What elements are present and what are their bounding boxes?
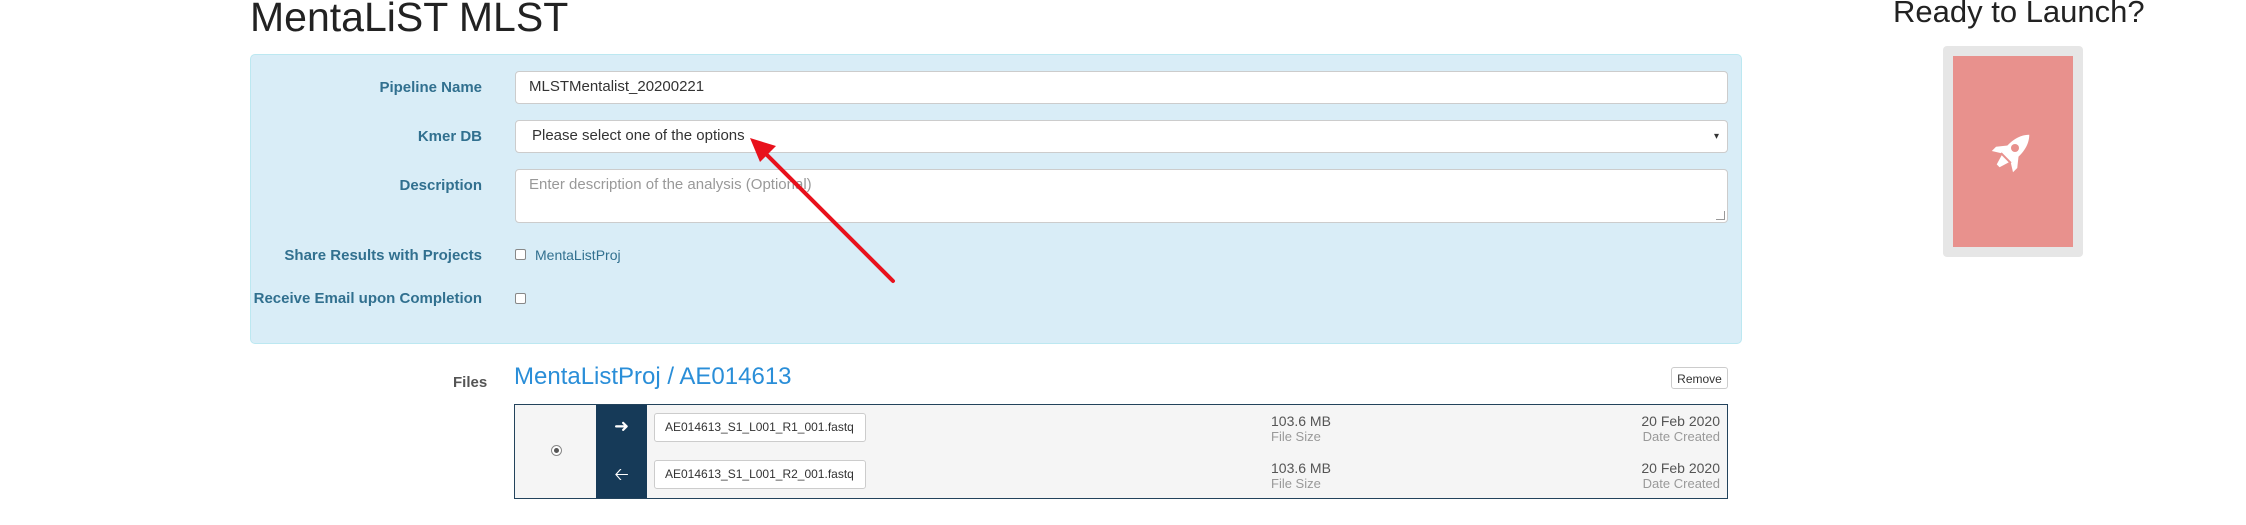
direction-column: ➜ 🡠	[596, 405, 647, 498]
pipeline-form-panel: Pipeline Name MLSTMentalist_20200221 Kme…	[250, 54, 1742, 344]
pipeline-name-value: MLSTMentalist_20200221	[529, 78, 705, 95]
kmer-db-select[interactable]: Please select one of the options ▾	[515, 120, 1728, 153]
kmer-db-selected-value: Please select one of the options	[532, 127, 745, 144]
share-project-name[interactable]: MentaListProj	[535, 247, 621, 263]
pipeline-name-label: Pipeline Name	[379, 79, 482, 96]
file-pair-panel: ➜ 🡠 AE014613_S1_L001_R1_001.fastq 103.6 …	[514, 404, 1728, 499]
kmer-db-label: Kmer DB	[417, 128, 482, 145]
page-title: MentaLiST MLST	[250, 0, 569, 40]
files-sample-link[interactable]: MentaListProj / AE014613	[514, 363, 792, 391]
file-name-button[interactable]: AE014613_S1_L001_R2_001.fastq	[654, 460, 866, 489]
arrow-right-icon: ➜	[613, 416, 630, 436]
description-placeholder: Enter description of the analysis (Optio…	[529, 176, 812, 193]
share-results-label: Share Results with Projects	[284, 247, 482, 264]
file-size-label: File Size	[1271, 429, 1321, 444]
resize-grip-icon[interactable]	[1716, 211, 1725, 220]
file-date: 20 Feb 2020	[1641, 413, 1720, 429]
file-size: 103.6 MB	[1271, 460, 1331, 476]
description-label: Description	[399, 177, 482, 194]
launch-frame	[1943, 46, 2083, 257]
share-project-checkbox[interactable]	[515, 249, 526, 260]
file-date-label: Date Created	[1642, 476, 1720, 491]
chevron-down-icon: ▾	[1713, 131, 1719, 142]
file-date-label: Date Created	[1642, 429, 1720, 444]
file-pair-radio[interactable]	[551, 445, 562, 456]
email-completion-checkbox[interactable]	[515, 293, 526, 304]
remove-button[interactable]: Remove	[1671, 367, 1728, 389]
launch-title: Ready to Launch?	[1893, 0, 2145, 29]
file-date: 20 Feb 2020	[1641, 460, 1720, 476]
file-size: 103.6 MB	[1271, 413, 1331, 429]
rocket-icon	[1991, 134, 2030, 173]
email-completion-label: Receive Email upon Completion	[253, 290, 482, 307]
file-name-button[interactable]: AE014613_S1_L001_R1_001.fastq	[654, 413, 866, 442]
description-textarea[interactable]: Enter description of the analysis (Optio…	[515, 169, 1728, 223]
launch-button[interactable]	[1953, 56, 2073, 247]
files-label: Files	[453, 374, 488, 391]
arrow-left-icon: 🡠	[614, 464, 629, 484]
pipeline-name-input[interactable]: MLSTMentalist_20200221	[515, 71, 1728, 104]
file-size-label: File Size	[1271, 476, 1321, 491]
